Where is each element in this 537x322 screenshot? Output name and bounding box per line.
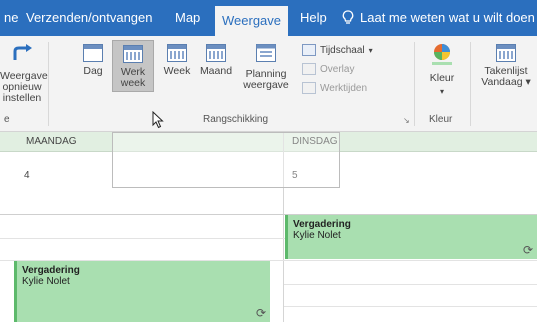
calendar-grid: MAANDAG DINSDAG 4 5 Vergadering Kylie No… — [0, 132, 537, 322]
ribbon: Weergave opnieuw instellen e Dag Werk we… — [0, 36, 537, 132]
day-view-label: Dag — [83, 65, 103, 77]
month-view-button[interactable]: Maand — [198, 44, 234, 77]
tell-me-text: Laat me weten wat u wilt doen — [360, 10, 535, 25]
ribbon-tab-bar: ne Verzenden/ontvangen Map Weergave Help… — [0, 0, 537, 36]
event-organizer: Kylie Nolet — [293, 230, 341, 241]
color-button[interactable]: Kleur ▾ — [420, 42, 464, 97]
schedule-view-label-2: weergave — [243, 79, 289, 91]
time-slot-line — [284, 284, 537, 285]
todo-bar-button[interactable]: Takenlijst Vandaag ▾ — [476, 44, 536, 88]
ribbon-separator — [414, 42, 415, 126]
color-label: Kleur — [429, 72, 455, 84]
work-week-label-2: week — [120, 77, 146, 89]
reset-view-label-3: instellen — [2, 92, 42, 104]
month-view-label: Maand — [199, 65, 233, 77]
event-organizer: Kylie Nolet — [22, 276, 70, 287]
overlay-label: Overlay — [320, 63, 355, 75]
todo-bar-icon — [496, 44, 516, 62]
tab-folder[interactable]: Map — [175, 0, 200, 36]
lightbulb-icon — [342, 10, 354, 24]
recurrence-icon: ⟳ — [255, 306, 266, 320]
work-week-calendar-icon — [123, 45, 143, 63]
date-monday: 4 — [24, 170, 30, 181]
schedule-view-button[interactable]: Planning weergave — [240, 44, 292, 91]
color-palette-icon — [432, 44, 452, 65]
day-calendar-icon — [83, 44, 103, 62]
overlay-icon — [302, 63, 316, 75]
calendar-event[interactable]: Vergadering Kylie Nolet ⟳ — [285, 215, 537, 259]
week-view-button[interactable]: Week — [160, 44, 194, 77]
schedule-view-icon — [256, 44, 276, 62]
event-title: Vergadering — [293, 219, 351, 230]
reset-view-button[interactable]: Weergave opnieuw instellen — [0, 44, 48, 104]
working-hours-button[interactable]: Werktijden — [302, 82, 367, 94]
arrangement-group-label: Rangschikking — [203, 114, 269, 125]
recurrence-icon: ⟳ — [522, 243, 533, 257]
group-launcher-icon[interactable]: ↘ — [403, 116, 410, 125]
drag-selection-preview — [112, 132, 340, 188]
tab-help[interactable]: Help — [300, 0, 327, 36]
ribbon-separator — [48, 42, 49, 126]
work-week-view-button[interactable]: Werk week — [112, 40, 154, 92]
tab-home-partial[interactable]: ne — [4, 0, 18, 36]
reset-view-icon — [13, 44, 32, 60]
week-calendar-icon — [167, 44, 187, 62]
todo-bar-label-2: Vandaag ▾ — [481, 76, 531, 88]
calendar-event[interactable]: Vergadering Kylie Nolet ⟳ — [14, 261, 270, 322]
week-view-label: Week — [163, 65, 191, 77]
working-hours-label: Werktijden — [320, 82, 368, 94]
working-hours-icon — [302, 82, 316, 94]
tab-send-receive[interactable]: Verzenden/ontvangen — [26, 0, 153, 36]
time-scale-button[interactable]: Tijdschaal ▾ — [302, 44, 373, 56]
tab-view[interactable]: Weergave — [215, 6, 289, 36]
chevron-down-icon: ▾ — [368, 45, 373, 55]
time-scale-icon — [302, 44, 316, 56]
group-edge-label: e — [4, 114, 10, 125]
mouse-pointer-icon — [152, 111, 164, 129]
day-view-button[interactable]: Dag — [78, 44, 108, 77]
month-calendar-icon — [206, 44, 226, 62]
color-group-label: Kleur — [429, 114, 453, 125]
chevron-down-icon: ▾ — [439, 87, 444, 96]
time-scale-label: Tijdschaal — [320, 44, 365, 56]
time-slot-line — [284, 306, 537, 307]
event-title: Vergadering — [22, 265, 80, 276]
overlay-button[interactable]: Overlay — [302, 63, 354, 75]
ribbon-separator — [470, 42, 471, 126]
tell-me-box[interactable]: Laat me weten wat u wilt doen — [342, 0, 535, 36]
